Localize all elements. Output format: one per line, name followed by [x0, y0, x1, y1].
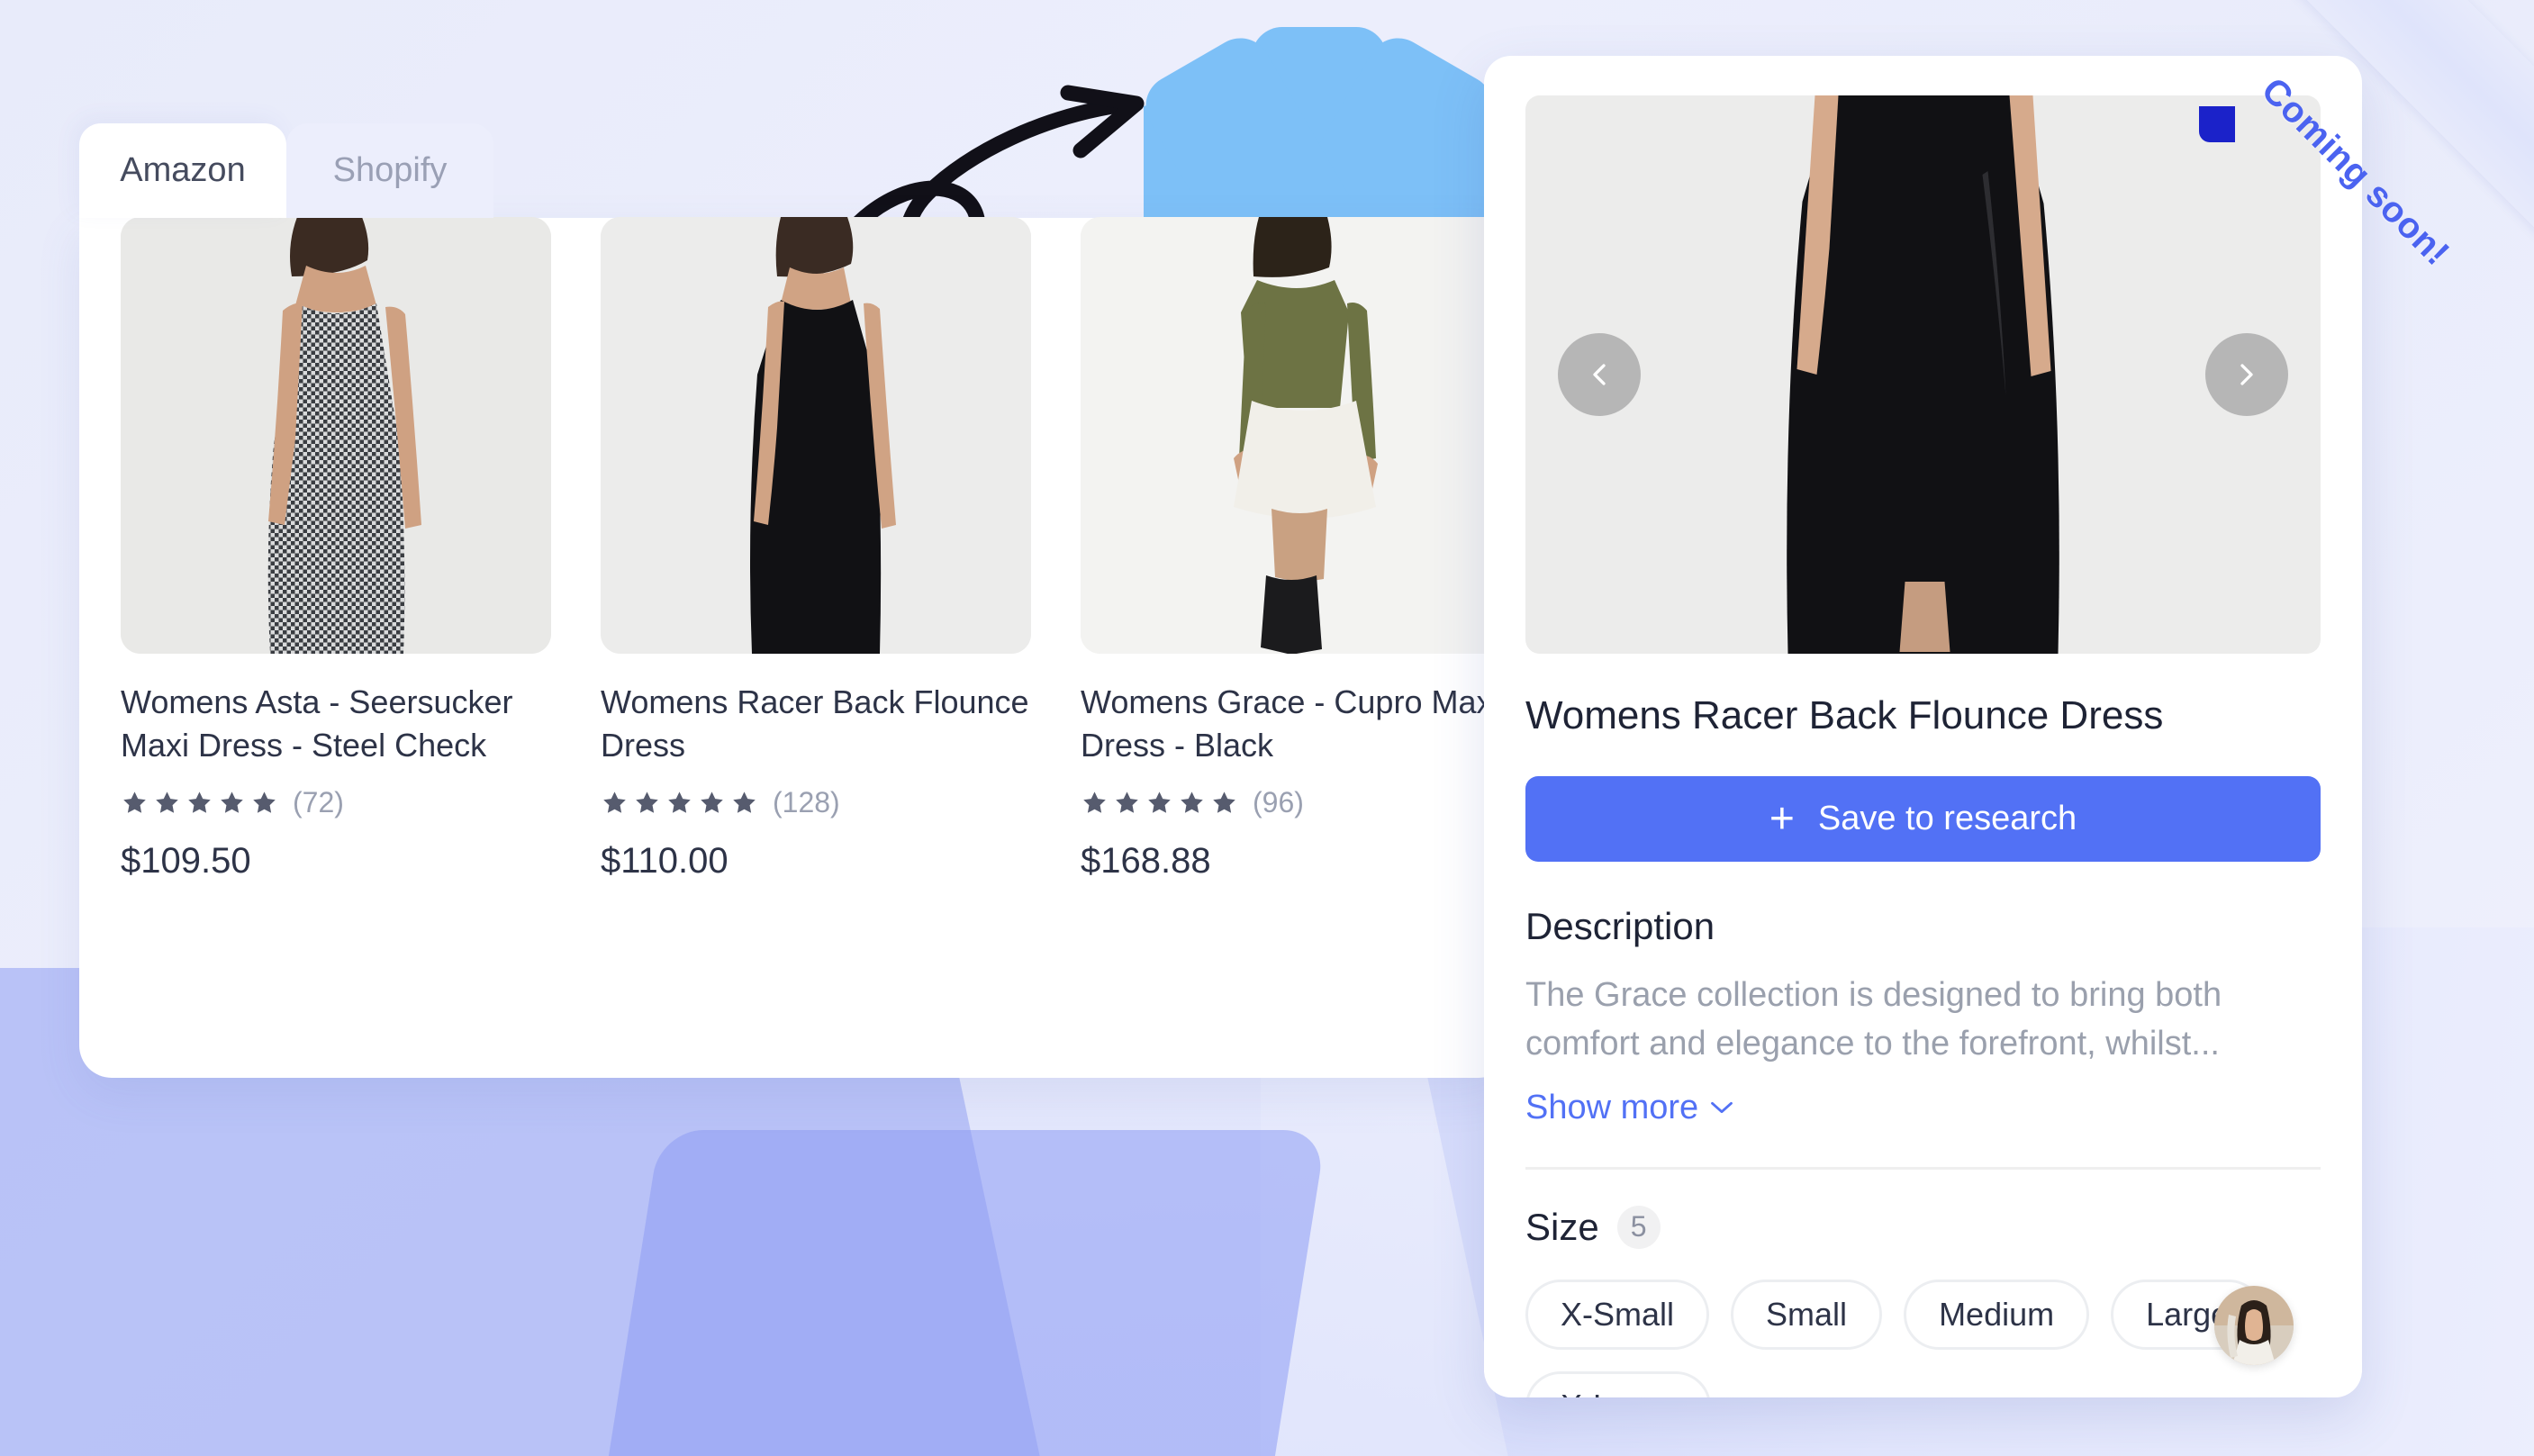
star-icon	[221, 791, 243, 813]
rating-count: (128)	[773, 786, 840, 819]
rating-count: (96)	[1253, 786, 1304, 819]
show-more-button[interactable]: Show more	[1525, 1089, 1734, 1127]
product-thumbnail[interactable]	[601, 217, 1031, 654]
detail-product-title: Womens Racer Back Flounce Dress	[1525, 693, 2164, 737]
avatar[interactable]	[2214, 1286, 2294, 1365]
product-rating: (96)	[1081, 786, 1511, 819]
star-icon	[156, 791, 178, 813]
star-icon	[668, 791, 691, 813]
chevron-down-icon	[1711, 1102, 1733, 1114]
product-card[interactable]: Womens Grace - Cupro Maxi Dress - Black …	[1081, 217, 1511, 882]
size-option-small[interactable]: Small	[1731, 1279, 1883, 1350]
description-heading: Description	[1525, 905, 1715, 947]
size-heading: Size	[1525, 1205, 1599, 1248]
star-icon	[1148, 791, 1171, 813]
star-icon	[733, 791, 756, 813]
product-rating: (72)	[121, 786, 551, 819]
description-text: The Grace collection is designed to brin…	[1525, 976, 2222, 1063]
star-icon	[1116, 791, 1138, 813]
carousel-prev-button[interactable]	[1558, 333, 1641, 416]
star-rating-icons	[601, 789, 758, 817]
results-card: Womens Asta - Seersucker Maxi Dress - St…	[79, 217, 1511, 1078]
size-options: X-Small Small Medium Large X-Large	[1525, 1279, 2321, 1397]
plus-icon: +	[1769, 794, 1795, 843]
product-title: Womens Asta - Seersucker Maxi Dress - St…	[121, 683, 513, 764]
star-icon	[188, 791, 211, 813]
show-more-label: Show more	[1525, 1088, 1699, 1126]
chevron-right-icon	[2240, 364, 2253, 385]
section-divider	[1525, 1166, 2321, 1170]
star-rating-icons	[121, 789, 278, 817]
tab-shopify[interactable]: Shopify	[286, 123, 493, 218]
size-option-medium[interactable]: Medium	[1904, 1279, 2090, 1350]
save-to-research-button[interactable]: + Save to research	[1525, 776, 2321, 862]
product-title: Womens Grace - Cupro Maxi Dress - Black	[1081, 683, 1500, 764]
product-card[interactable]: Womens Racer Back Flounce Dress (128) $1…	[601, 217, 1031, 882]
product-card[interactable]: Womens Asta - Seersucker Maxi Dress - St…	[121, 217, 551, 882]
star-icon	[1181, 791, 1203, 813]
product-price: $168.88	[1081, 841, 1211, 882]
rating-count: (72)	[293, 786, 344, 819]
product-price: $110.00	[601, 841, 729, 882]
star-icon	[1083, 791, 1106, 813]
star-rating-icons	[1081, 789, 1238, 817]
size-option-x-large[interactable]: X-Large	[1525, 1370, 1712, 1397]
background-shape-center	[600, 1130, 1327, 1456]
star-icon	[253, 791, 276, 813]
size-option-x-small[interactable]: X-Small	[1525, 1279, 1710, 1350]
product-price: $109.50	[121, 841, 251, 882]
product-hero-image	[1525, 95, 2321, 654]
product-title: Womens Racer Back Flounce Dress	[601, 683, 1029, 764]
carousel-next-button[interactable]	[2205, 333, 2288, 416]
star-icon	[1213, 791, 1235, 813]
product-list: Womens Asta - Seersucker Maxi Dress - St…	[121, 217, 1511, 882]
star-icon	[603, 791, 626, 813]
tab-amazon[interactable]: Amazon	[79, 123, 286, 218]
star-icon	[701, 791, 723, 813]
size-section-header: Size 5	[1525, 1205, 2321, 1249]
product-thumbnail[interactable]	[1081, 217, 1511, 654]
product-thumbnail[interactable]	[121, 217, 551, 654]
save-to-research-label: Save to research	[1817, 800, 2077, 837]
product-detail-panel: Womens Racer Back Flounce Dress + Save t…	[1484, 56, 2362, 1397]
star-icon	[636, 791, 658, 813]
product-rating: (128)	[601, 786, 1031, 819]
star-icon	[123, 791, 146, 813]
chevron-left-icon	[1593, 364, 1606, 385]
size-count-badge: 5	[1616, 1205, 1661, 1249]
